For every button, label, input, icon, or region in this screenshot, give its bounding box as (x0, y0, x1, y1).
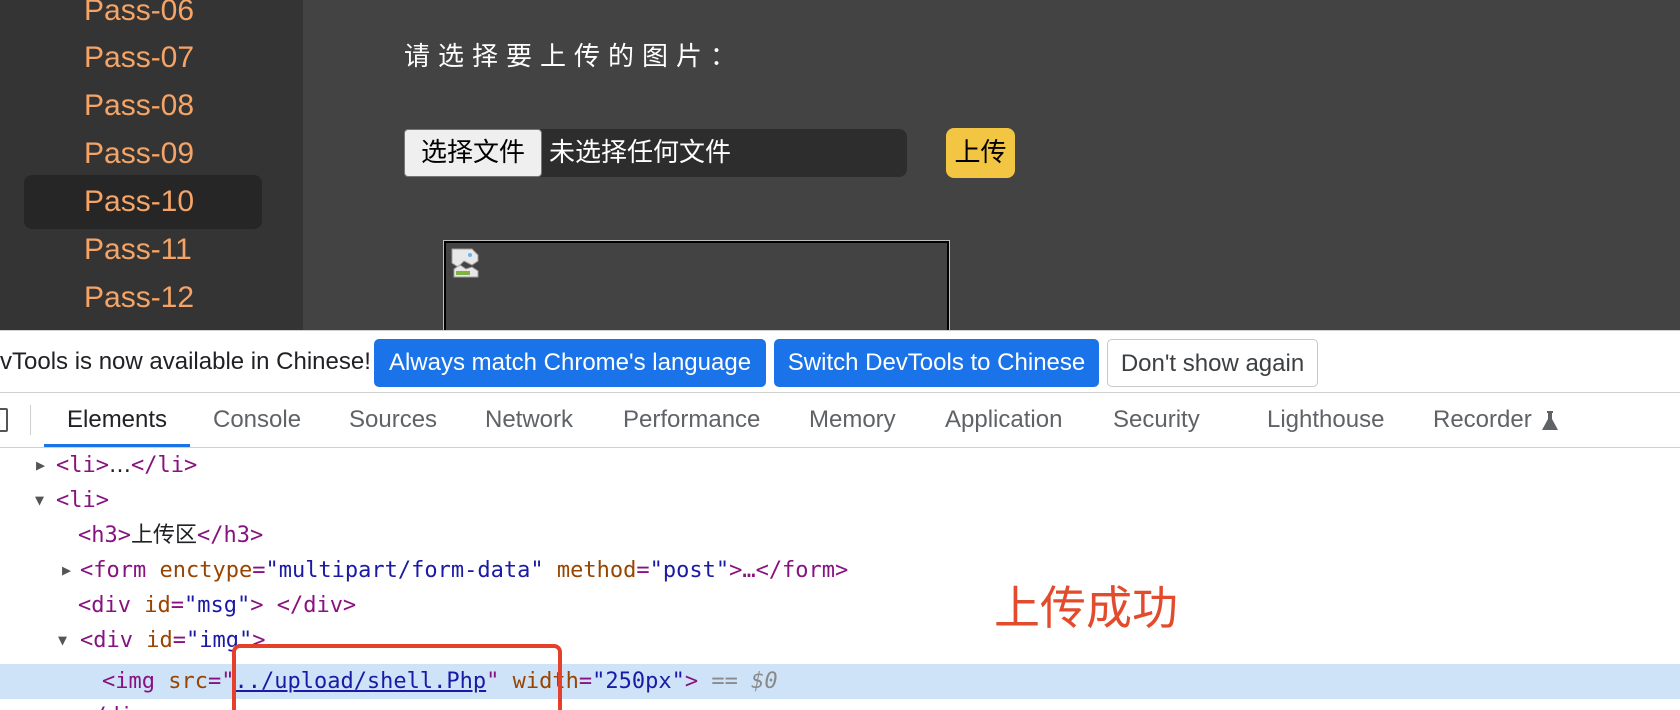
file-status-text: 未选择任何文件 (549, 138, 732, 168)
devtools-language-infobar: vTools is now available in Chinese! Alwa… (0, 330, 1680, 393)
pass-sidebar: Pass-06 Pass-07 Pass-08 Pass-09 Pass-10 … (0, 0, 303, 330)
upload-prompt: 请选择要上传的图片： (404, 42, 745, 72)
tabbar-divider (30, 405, 31, 435)
broken-image-icon (451, 248, 479, 278)
file-input[interactable]: 选择文件 未选择任何文件 (404, 129, 907, 177)
tab-performance[interactable]: Performance (623, 393, 760, 447)
sidebar-item-pass-10[interactable]: Pass-10 (24, 175, 262, 229)
tab-application[interactable]: Application (945, 393, 1062, 447)
tab-lighthouse[interactable]: Lighthouse (1267, 393, 1384, 447)
sidebar-item-pass-07[interactable]: Pass-07 (24, 31, 262, 85)
dom-node-li-open[interactable]: ▼ <li> (0, 483, 1680, 518)
uploaded-image-frame (443, 240, 950, 330)
tab-recorder[interactable]: Recorder (1433, 393, 1532, 447)
collapse-triangle-icon[interactable]: ▼ (58, 623, 67, 658)
tab-elements[interactable]: Elements (67, 393, 167, 447)
switch-to-chinese-button[interactable]: Switch DevTools to Chinese (774, 339, 1099, 387)
dont-show-again-button[interactable]: Don't show again (1107, 339, 1318, 387)
infobar-message: vTools is now available in Chinese! (0, 348, 371, 375)
dom-node-form[interactable]: ▶ <form enctype="multipart/form-data" me… (0, 553, 1680, 588)
tab-sources[interactable]: Sources (349, 393, 437, 447)
tab-network[interactable]: Network (485, 393, 573, 447)
upload-success-annotation: 上传成功 (994, 581, 1178, 635)
always-match-language-button[interactable]: Always match Chrome's language (374, 339, 766, 387)
dom-node-li-collapsed[interactable]: ▶ <li>…</li> (0, 448, 1680, 483)
tab-console[interactable]: Console (213, 393, 301, 447)
expand-triangle-icon[interactable]: ▶ (36, 448, 45, 483)
sidebar-item-pass-12[interactable]: Pass-12 (24, 271, 262, 325)
tab-memory[interactable]: Memory (809, 393, 896, 447)
upload-button[interactable]: 上传 (946, 128, 1015, 178)
dom-node-h3[interactable]: <h3>上传区</h3> (0, 518, 1680, 553)
choose-file-button[interactable]: 选择文件 (404, 129, 542, 177)
flask-icon (1542, 411, 1558, 430)
upload-lab-page: Pass-06 Pass-07 Pass-08 Pass-09 Pass-10 … (0, 0, 1680, 330)
active-tab-indicator (44, 444, 190, 447)
sidebar-item-pass-09[interactable]: Pass-09 (24, 127, 262, 181)
tab-security[interactable]: Security (1113, 393, 1200, 447)
sidebar-item-pass-08[interactable]: Pass-08 (24, 79, 262, 133)
expand-triangle-icon[interactable]: ▶ (62, 553, 71, 588)
elements-dom-tree: ▶ <li>…</li> ▼ <li> <h3>上传区</h3> ▶ <form… (0, 448, 1680, 710)
dom-node-div-msg[interactable]: <div id="msg"> </div> (0, 588, 1680, 623)
highlight-annotation-box (232, 644, 562, 710)
collapse-triangle-icon[interactable]: ▼ (35, 483, 44, 518)
devtools-tabbar: Elements Console Sources Network Perform… (0, 392, 1680, 448)
device-toolbar-icon[interactable] (0, 408, 8, 432)
sidebar-item-pass-11[interactable]: Pass-11 (24, 223, 262, 277)
